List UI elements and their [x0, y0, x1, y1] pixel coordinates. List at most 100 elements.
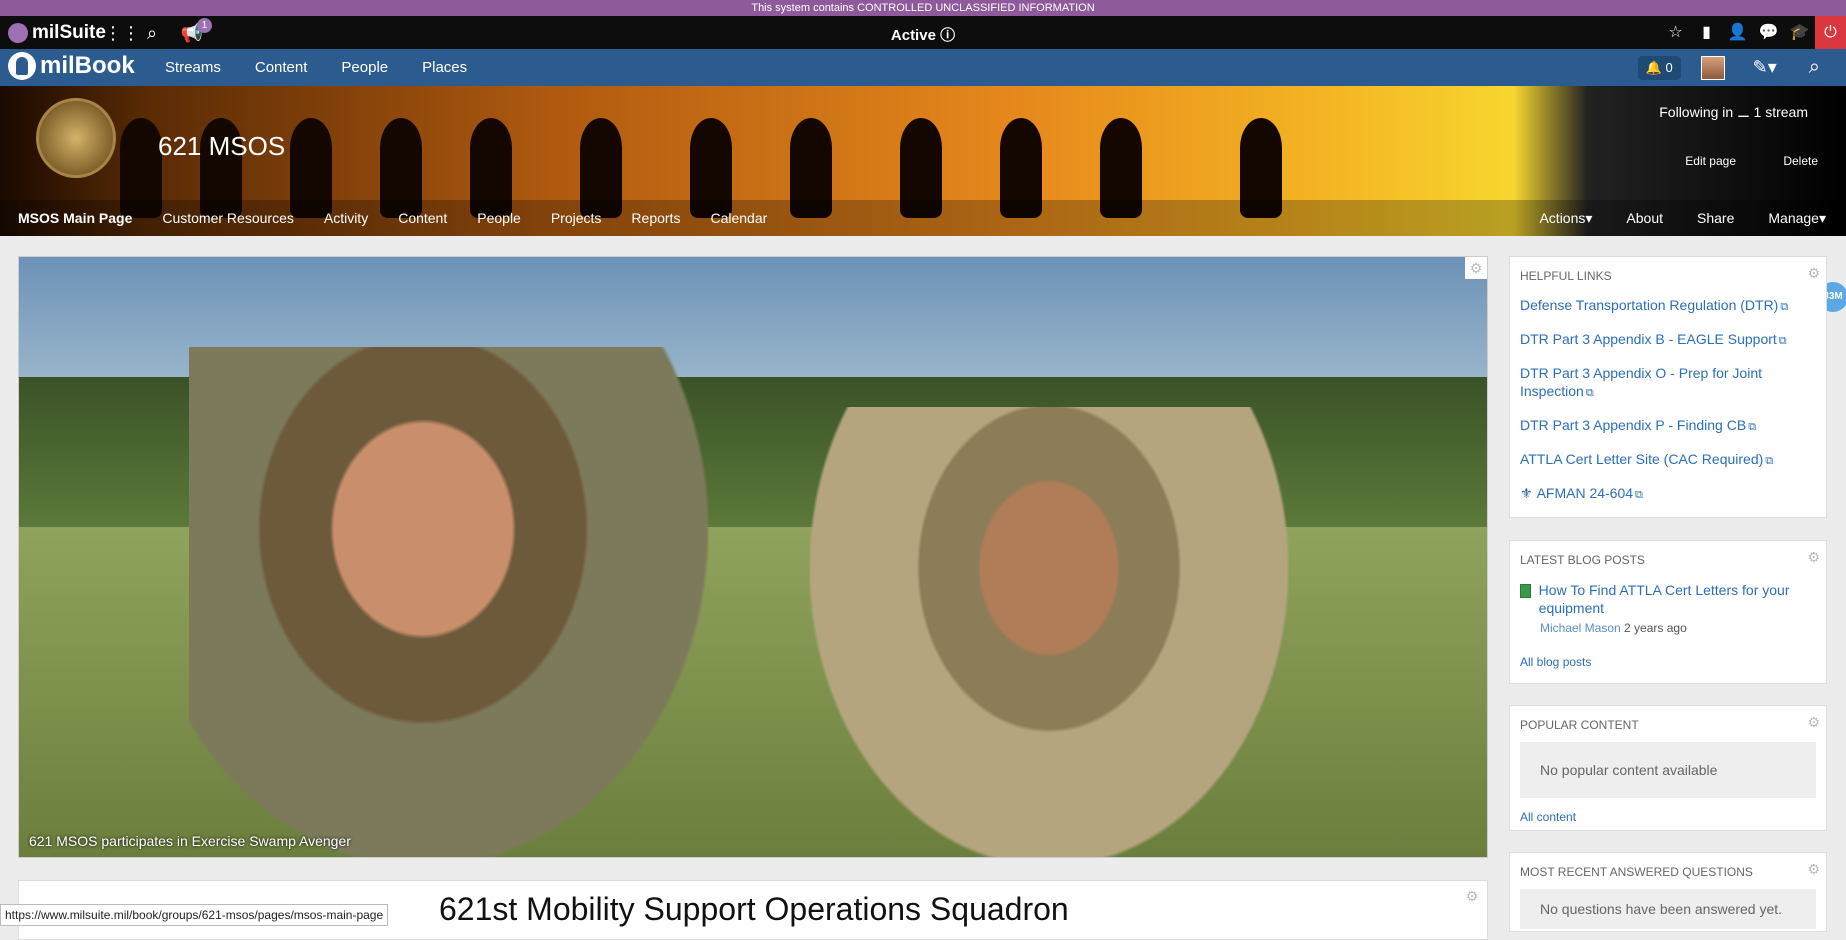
external-link-icon: ⧉ [1765, 455, 1774, 467]
link-dtr-appendix-b[interactable]: DTR Part 3 Appendix B - EAGLE Support ⧉ [1510, 323, 1826, 357]
apps-grid-icon[interactable]: ⋮⋮ [104, 21, 140, 45]
page-title: 621st Mobility Support Operations Squadr… [439, 891, 1069, 927]
stream-count: 1 stream [1753, 104, 1808, 120]
bell-icon: 🔔 [1645, 59, 1662, 75]
link-dtr[interactable]: Defense Transportation Regulation (DTR) ⧉ [1510, 289, 1826, 323]
gear-icon[interactable]: ⚙ [1807, 714, 1820, 731]
subnav-share[interactable]: Share [1697, 200, 1734, 236]
milbook-main-nav: Streams Content People Places [148, 49, 484, 86]
create-pencil-icon[interactable]: ✎▾ [1753, 57, 1777, 78]
milbook-search-icon[interactable]: ⌕ [1809, 56, 1820, 79]
notification-count: 0 [1665, 59, 1673, 75]
helpful-links-card: HELPFUL LINKS ⚙ Defense Transportation R… [1509, 256, 1827, 518]
subnav-projects[interactable]: Projects [551, 200, 602, 236]
megaphone-icon[interactable]: 📢 1 [180, 18, 212, 45]
caret-down-icon: ▾ [1818, 210, 1826, 226]
milsuite-logo-icon [8, 23, 28, 43]
graduation-cap-icon[interactable]: 🎓 [1784, 16, 1815, 49]
subnav-customer-resources[interactable]: Customer Resources [162, 200, 294, 236]
blog-post-age: 2 years ago [1624, 621, 1687, 635]
chat-icon[interactable]: 💬 [1753, 16, 1784, 49]
user-avatar[interactable] [1700, 55, 1725, 80]
nav-places[interactable]: Places [405, 49, 484, 86]
subnav-people[interactable]: People [477, 200, 521, 236]
app-name: milSuite [32, 22, 106, 43]
subnav-reports[interactable]: Reports [631, 200, 680, 236]
external-link-icon: ⧉ [1748, 421, 1757, 433]
active-status[interactable]: Active ⓘ [891, 24, 955, 45]
gear-icon[interactable]: ⚙ [1807, 265, 1820, 282]
link-dtr-appendix-o[interactable]: DTR Part 3 Appendix O - Prep for Joint I… [1510, 357, 1826, 409]
external-link-icon: ⧉ [1585, 387, 1594, 399]
search-icon[interactable]: ⌕ [140, 21, 164, 45]
blog-post-link[interactable]: How To Find ATTLA Cert Letters for your … [1539, 581, 1816, 617]
group-title: 621 MSOS [158, 131, 286, 161]
edit-page-link[interactable]: Edit page [1685, 154, 1736, 168]
notifications-button[interactable]: 🔔 0 [1637, 55, 1681, 80]
popular-content-card: POPULAR CONTENT ⚙ No popular content ava… [1509, 705, 1827, 831]
nav-content[interactable]: Content [238, 49, 325, 86]
add-bookmark-icon[interactable]: ☆ [1660, 16, 1691, 49]
popular-empty-message: No popular content available [1520, 742, 1816, 798]
top-right-tools: ☆ ▮ 👤 💬 🎓 ⏻ [1660, 16, 1846, 49]
group-banner: 621 MSOS Following in ⚊ 1 stream Edit pa… [0, 86, 1846, 236]
subnav-main-page[interactable]: MSOS Main Page [18, 200, 132, 236]
power-icon[interactable]: ⏻ [1815, 16, 1846, 49]
blog-author-link[interactable]: Michael Mason [1540, 621, 1621, 635]
external-link-icon: ⧉ [1635, 489, 1643, 501]
hero-airman-left [189, 347, 709, 857]
gear-icon[interactable]: ⚙ [1807, 861, 1820, 878]
link-label: DTR Part 3 Appendix B - EAGLE Support [1520, 331, 1777, 347]
hero-image[interactable]: 621 MSOS participates in Exercise Swamp … [18, 256, 1488, 858]
hero-airman-right [809, 407, 1289, 857]
milsuite-logo[interactable]: milSuite [8, 22, 106, 44]
questions-empty-message: No questions have been answered yet. [1520, 889, 1816, 929]
gear-icon[interactable]: ⚙ [1461, 885, 1483, 907]
info-icon: ⓘ [940, 27, 956, 44]
external-link-icon: ⧉ [1778, 335, 1787, 347]
gear-icon[interactable]: ⚙ [1465, 257, 1487, 279]
subnav-manage[interactable]: Manage▾ [1768, 200, 1826, 236]
milsuite-topbar: milSuite ⋮⋮ ⌕ 📢 1 Active ⓘ ☆ ▮ 👤 💬 🎓 ⏻ [0, 16, 1846, 49]
link-label: DTR Part 3 Appendix P - Finding CB [1520, 417, 1747, 433]
blog-card-title: LATEST BLOG POSTS [1520, 553, 1645, 567]
link-label: ATTLA Cert Letter Site (CAC Required) [1520, 451, 1764, 467]
external-link-icon: ⧉ [1780, 301, 1789, 313]
stream-icon: ⚊ [1737, 104, 1750, 120]
gear-icon[interactable]: ⚙ [1807, 549, 1820, 566]
subnav-activity[interactable]: Activity [324, 200, 368, 236]
subnav-actions[interactable]: Actions▾ [1539, 200, 1592, 236]
following-status[interactable]: Following in ⚊ 1 stream [1659, 104, 1808, 121]
subnav-calendar[interactable]: Calendar [710, 200, 767, 236]
blog-post-icon [1520, 584, 1531, 598]
milbook-logo-icon [8, 52, 36, 80]
nav-people[interactable]: People [324, 49, 405, 86]
link-dtr-appendix-p[interactable]: DTR Part 3 Appendix P - Finding CB ⧉ [1510, 409, 1826, 443]
bookmark-icon[interactable]: ▮ [1691, 16, 1722, 49]
actions-label: Actions [1539, 210, 1586, 226]
all-content-link[interactable]: All content [1510, 802, 1826, 834]
subnav-content[interactable]: Content [398, 200, 447, 236]
link-label: Defense Transportation Regulation (DTR) [1520, 297, 1779, 313]
milbook-logo-text: milBook [40, 52, 135, 79]
link-label: DTR Part 3 Appendix O - Prep for Joint I… [1520, 365, 1762, 399]
answered-questions-card: MOST RECENT ANSWERED QUESTIONS ⚙ No ques… [1509, 852, 1827, 932]
link-attla[interactable]: ATTLA Cert Letter Site (CAC Required) ⧉ [1510, 443, 1826, 477]
announcement-badge: 1 [197, 18, 212, 33]
link-afman[interactable]: ⚜ AFMAN 24-604 ⧉ [1510, 477, 1826, 511]
user-icon[interactable]: 👤 [1722, 16, 1753, 49]
group-subnav-right: Actions▾ About Share Manage▾ [1505, 200, 1826, 236]
blog-post-meta: Michael Mason 2 years ago [1510, 617, 1826, 635]
milbook-right-tools: 🔔 0 ✎▾ ⌕ [1637, 49, 1846, 86]
milbook-logo[interactable]: milBook [8, 52, 135, 80]
subnav-about[interactable]: About [1626, 200, 1663, 236]
link-label: AFMAN 24-604 [1536, 485, 1634, 501]
latest-blog-card: LATEST BLOG POSTS ⚙ How To Find ATTLA Ce… [1509, 540, 1827, 684]
delete-link[interactable]: Delete [1783, 154, 1818, 168]
group-subnav-left: MSOS Main Page Customer Resources Activi… [18, 200, 797, 236]
all-blog-posts-link[interactable]: All blog posts [1510, 635, 1826, 679]
nav-streams[interactable]: Streams [148, 49, 238, 86]
status-label: Active [890, 27, 936, 44]
cui-banner: This system contains CONTROLLED UNCLASSI… [0, 0, 1846, 16]
questions-card-title: MOST RECENT ANSWERED QUESTIONS [1520, 865, 1753, 879]
